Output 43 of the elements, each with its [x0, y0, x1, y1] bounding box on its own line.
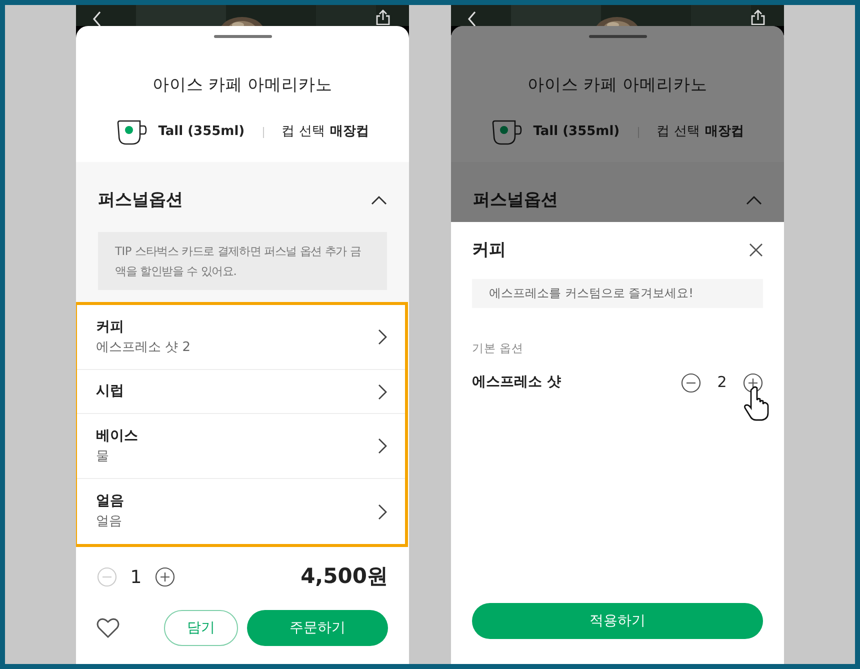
quantity-value: 1: [129, 566, 143, 590]
tip-text: TIP 스타벅스 카드로 결제하면 퍼스널 옵션 추가 금액을 할인받을 수 있어요.: [98, 232, 387, 290]
share-icon[interactable]: [375, 9, 391, 25]
cup-value: 매장컵: [330, 123, 369, 142]
heart-icon: [96, 617, 120, 639]
option-name: 얼음: [96, 492, 124, 511]
section-title: 퍼스널옵션: [473, 189, 558, 212]
cup-icon: [116, 118, 148, 146]
section-title: 퍼스널옵션: [98, 189, 183, 212]
option-name: 에스프레소 샷: [472, 373, 561, 392]
back-icon[interactable]: [467, 11, 477, 27]
chevron-right-icon: [378, 438, 387, 454]
option-name: 베이스: [96, 426, 138, 446]
price-text: 4,500원: [300, 563, 388, 590]
cup-value: 매장컵: [704, 123, 744, 142]
size-label: Tall (355ml): [533, 123, 620, 142]
option-name: 시럽: [96, 382, 124, 401]
option-name: 커피: [96, 318, 125, 336]
minus-button[interactable]: [681, 372, 701, 392]
cup-label: 컵 선택: [282, 123, 325, 142]
section-label: 기본 옵션: [472, 340, 525, 357]
panel-title: 커피: [472, 239, 506, 262]
share-icon[interactable]: [750, 9, 766, 25]
hint-text: 에스프레소를 커스텀으로 즐겨보세요!: [472, 279, 763, 308]
chevron-right-icon: [378, 504, 387, 520]
size-label: Tall (355ml): [158, 123, 245, 142]
cup-label: 컵 선택: [656, 123, 700, 142]
chevron-up-icon[interactable]: [371, 195, 387, 205]
like-button[interactable]: [96, 617, 120, 639]
product-title: 아이스 카페 아메리카노: [526, 74, 709, 96]
option-value: 얼음: [96, 513, 123, 531]
back-icon[interactable]: [92, 11, 102, 27]
quantity-value: 2: [716, 372, 728, 394]
product-title: 아이스 카페 아메리카노: [151, 74, 334, 96]
drag-handle[interactable]: [214, 35, 272, 38]
drag-handle[interactable]: [588, 35, 646, 38]
plus-button[interactable]: [155, 567, 175, 587]
cup-icon: [491, 118, 524, 146]
option-value: 물: [96, 448, 110, 466]
chevron-right-icon: [378, 384, 387, 400]
close-button[interactable]: [749, 243, 763, 257]
option-value: 에스프레소 샷 2: [96, 338, 191, 356]
chevron-right-icon: [378, 329, 387, 345]
